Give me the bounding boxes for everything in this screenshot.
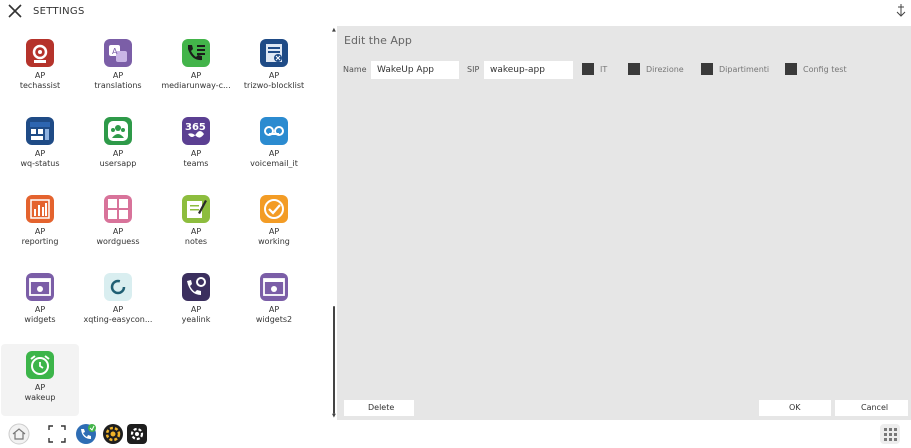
pin-icon[interactable] bbox=[895, 3, 907, 17]
app-prefix: AP bbox=[190, 71, 202, 80]
window-title: SETTINGS bbox=[33, 6, 85, 17]
bar-chart-icon bbox=[26, 195, 54, 223]
svg-text:365: 365 bbox=[185, 122, 206, 133]
app-prefix: AP bbox=[268, 71, 280, 80]
ok-button[interactable]: OK bbox=[759, 400, 831, 416]
app-tile-usersapp[interactable]: AP usersapp bbox=[79, 114, 157, 172]
app-tile-widgets2[interactable]: AP widgets2 bbox=[235, 270, 313, 328]
title-bar: SETTINGS bbox=[0, 0, 911, 26]
checkbox-label-dipartimenti: Dipartimenti bbox=[719, 65, 770, 74]
clock-check-icon bbox=[260, 195, 288, 223]
app-label: trizwo-blocklist bbox=[243, 81, 305, 90]
name-field[interactable] bbox=[371, 61, 459, 79]
svg-text:A: A bbox=[112, 47, 118, 56]
checkbox-dipartimenti[interactable] bbox=[701, 63, 713, 75]
app-tile-trizwo-blocklist[interactable]: AP trizwo-blocklist bbox=[235, 36, 313, 94]
app-gear-icon[interactable] bbox=[102, 423, 124, 445]
letter-blocks-icon bbox=[104, 195, 132, 223]
edit-app-panel: Edit the App Name SIP IT Direzione Dipar… bbox=[337, 26, 911, 420]
widget-window-icon bbox=[260, 273, 288, 301]
dashboard-icon bbox=[26, 117, 54, 145]
app-tile-wakeup[interactable]: AP wakeup bbox=[1, 344, 79, 416]
app-prefix: AP bbox=[190, 305, 202, 314]
app-tile-wq-status[interactable]: AP wq-status bbox=[1, 114, 79, 172]
app-label: yealink bbox=[181, 315, 211, 324]
app-prefix: AP bbox=[112, 305, 124, 314]
settings-gear-icon[interactable] bbox=[126, 423, 148, 445]
app-prefix: AP bbox=[34, 71, 46, 80]
app-label: working bbox=[258, 237, 290, 246]
checkbox-label-direzione: Direzione bbox=[646, 65, 684, 74]
app-tile-techassist[interactable]: AP techassist bbox=[1, 36, 79, 94]
app-label: wakeup bbox=[24, 393, 56, 402]
app-label: mediarunway-c... bbox=[161, 81, 231, 90]
app-label: wordguess bbox=[96, 237, 140, 246]
app-prefix: AP bbox=[190, 149, 202, 158]
close-icon[interactable] bbox=[7, 3, 23, 19]
app-prefix: AP bbox=[112, 149, 124, 158]
app-tile-wordguess[interactable]: AP wordguess bbox=[79, 192, 157, 250]
translate-icon: A bbox=[104, 39, 132, 67]
alarm-clock-icon bbox=[26, 351, 54, 379]
app-label: notes bbox=[184, 237, 208, 246]
panel-title: Edit the App bbox=[344, 34, 412, 47]
app-prefix: AP bbox=[34, 227, 46, 236]
checkbox-label-config-test: Config test bbox=[803, 65, 847, 74]
app-tile-translations[interactable]: A AP translations bbox=[79, 36, 157, 94]
app-label: teams bbox=[183, 159, 209, 168]
app-tile-teams[interactable]: 365 AP teams bbox=[157, 114, 235, 172]
sip-field[interactable] bbox=[484, 61, 573, 79]
scroll-down-arrow-icon[interactable]: ▼ bbox=[332, 413, 336, 419]
voicemail-icon bbox=[260, 117, 288, 145]
app-prefix: AP bbox=[34, 305, 46, 314]
fullscreen-icon[interactable] bbox=[46, 423, 68, 445]
scrollbar-thumb[interactable] bbox=[333, 306, 335, 414]
support-icon bbox=[26, 39, 54, 67]
app-tile-xqting-easycon[interactable]: AP xqting-easycon... bbox=[79, 270, 157, 328]
users-icon bbox=[104, 117, 132, 145]
app-prefix: AP bbox=[34, 149, 46, 158]
app-prefix: AP bbox=[268, 227, 280, 236]
home-icon[interactable] bbox=[8, 423, 30, 445]
app-grid: AP techassist A AP translations AP media… bbox=[0, 26, 332, 420]
app-prefix: AP bbox=[268, 149, 280, 158]
widget-window-icon bbox=[26, 273, 54, 301]
delete-button[interactable]: Delete bbox=[344, 400, 414, 416]
app-prefix: AP bbox=[112, 71, 124, 80]
app-prefix: AP bbox=[112, 227, 124, 236]
phone-status-icon[interactable] bbox=[75, 423, 97, 445]
phone-gear-icon bbox=[182, 273, 210, 301]
app-tile-widgets[interactable]: AP widgets bbox=[1, 270, 79, 328]
checkbox-label-it: IT bbox=[600, 65, 608, 74]
notes-icon bbox=[182, 195, 210, 223]
app-tile-reporting[interactable]: AP reporting bbox=[1, 192, 79, 250]
sip-label: SIP bbox=[467, 65, 480, 74]
app-prefix: AP bbox=[34, 383, 46, 392]
checkbox-it[interactable] bbox=[582, 63, 594, 75]
app-prefix: AP bbox=[190, 227, 202, 236]
checkbox-direzione[interactable] bbox=[628, 63, 640, 75]
scroll-up-arrow-icon[interactable]: ▲ bbox=[332, 27, 336, 33]
blocklist-icon bbox=[260, 39, 288, 67]
checkbox-config-test[interactable] bbox=[785, 63, 797, 75]
app-tile-voicemail[interactable]: AP voicemail_it bbox=[235, 114, 313, 172]
365-icon: 365 bbox=[182, 117, 210, 145]
name-label: Name bbox=[343, 65, 367, 74]
app-tile-mediarunway[interactable]: AP mediarunway-c... bbox=[157, 36, 235, 94]
app-tile-working[interactable]: AP working bbox=[235, 192, 313, 250]
grid-menu-icon[interactable] bbox=[879, 423, 901, 445]
app-tile-yealink[interactable]: AP yealink bbox=[157, 270, 235, 328]
refresh-icon bbox=[104, 273, 132, 301]
cancel-button[interactable]: Cancel bbox=[835, 400, 908, 416]
app-tile-notes[interactable]: AP notes bbox=[157, 192, 235, 250]
taskbar bbox=[0, 420, 911, 448]
app-label: widgets2 bbox=[255, 315, 293, 324]
app-label: xqting-easycon... bbox=[83, 315, 153, 324]
app-label: voicemail_it bbox=[250, 159, 298, 168]
phone-list-icon bbox=[182, 39, 210, 67]
app-label: translations bbox=[94, 81, 142, 90]
app-prefix: AP bbox=[268, 305, 280, 314]
app-label: usersapp bbox=[99, 159, 137, 168]
